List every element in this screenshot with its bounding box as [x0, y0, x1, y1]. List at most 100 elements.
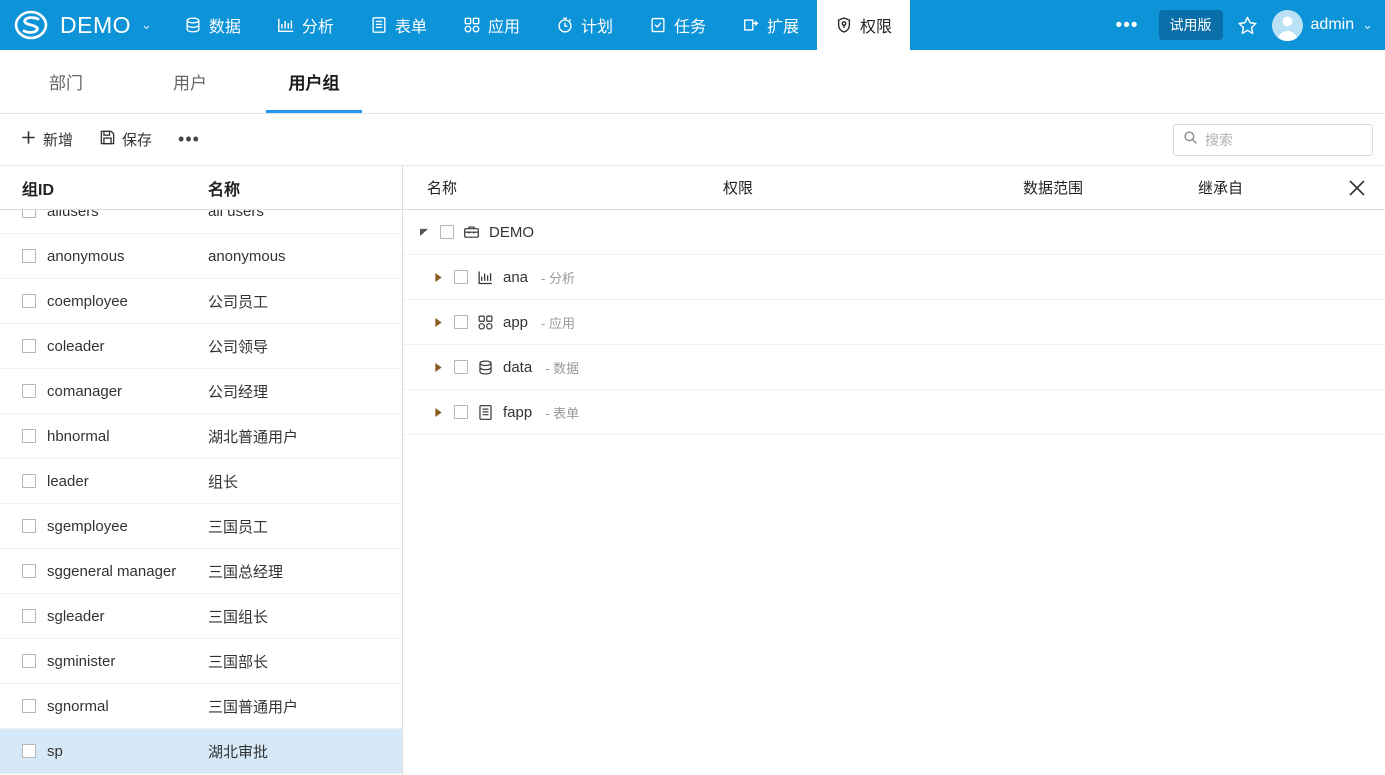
tree-row[interactable]: DEMO — [403, 210, 1385, 255]
brand-logo-area[interactable]: DEMO ⌄ — [0, 0, 166, 50]
cell-group-id: leader — [47, 472, 89, 490]
row-checkbox[interactable] — [22, 609, 36, 623]
tree-row-checkbox[interactable] — [454, 315, 468, 329]
row-checkbox[interactable] — [22, 564, 36, 578]
table-row[interactable]: coleader 公司领导 — [0, 324, 402, 369]
toolbar-more-button[interactable]: ••• — [170, 129, 208, 150]
tree-row[interactable]: data - 数据 — [403, 345, 1385, 390]
close-icon[interactable] — [1346, 177, 1368, 199]
tree-row[interactable]: app - 应用 — [403, 300, 1385, 345]
user-chevron-down-icon[interactable]: ⌄ — [1362, 17, 1373, 33]
tab-user[interactable]: 用户 — [128, 50, 252, 113]
nav-item-task[interactable]: 任务 — [631, 0, 724, 50]
row-checkbox[interactable] — [22, 294, 36, 308]
nav-item-data[interactable]: 数据 — [166, 0, 259, 50]
user-name: admin — [1310, 16, 1355, 33]
action-toolbar: 新增 保存 ••• — [0, 114, 1385, 166]
favorite-star-icon[interactable] — [1237, 15, 1258, 36]
nav-item-analysis[interactable]: 分析 — [259, 0, 352, 50]
main-content: 组ID 名称 allusers all users anonymous anonymo… — [0, 166, 1385, 775]
tree-row-checkbox[interactable] — [454, 360, 468, 374]
tree-node-label: ana — [503, 268, 529, 286]
cell-group-id: anonymous — [47, 247, 125, 265]
row-checkbox[interactable] — [22, 249, 36, 263]
group-rows-scroller[interactable]: allusers all users anonymous anonymous coemp… — [0, 210, 402, 774]
column-header-data-scope: 数据范围 — [1023, 180, 1084, 197]
search-input[interactable] — [1205, 131, 1363, 148]
tree-row-checkbox[interactable] — [454, 405, 468, 419]
caret-right-icon[interactable] — [431, 407, 445, 417]
search-icon — [1183, 130, 1198, 150]
bar-chart-icon — [277, 16, 295, 34]
cell-group-name: all users — [208, 210, 264, 220]
save-button[interactable]: 保存 — [91, 125, 160, 154]
nav-item-extension[interactable]: 扩展 — [724, 0, 817, 50]
nav-item-apps[interactable]: 应用 — [445, 0, 538, 50]
row-checkbox[interactable] — [22, 429, 36, 443]
column-header-group-id: 组ID — [22, 181, 55, 199]
briefcase-icon — [463, 224, 480, 241]
table-row[interactable]: sgemployee 三国员工 — [0, 504, 402, 549]
section-tabs: 部门 用户 用户组 — [0, 50, 1385, 114]
clock-icon — [556, 16, 574, 34]
table-row[interactable]: sgminister 三国部长 — [0, 639, 402, 684]
row-checkbox[interactable] — [22, 744, 36, 758]
cell-group-name: 三国总经理 — [208, 563, 284, 581]
tree-row[interactable]: ana - 分析 — [403, 255, 1385, 300]
permission-tree: DEMO ana - 分析 app - 应用 data - 数据 fapp - 表单 — [403, 210, 1385, 775]
add-button[interactable]: 新增 — [12, 125, 81, 154]
nav-item-permission[interactable]: 权限 — [817, 0, 911, 50]
tree-row-checkbox[interactable] — [440, 225, 454, 239]
table-row[interactable]: comanager 公司经理 — [0, 369, 402, 414]
table-row[interactable]: sgleader 三国组长 — [0, 594, 402, 639]
column-header-name: 名称 — [208, 181, 241, 199]
caret-down-icon[interactable] — [417, 228, 431, 237]
tab-department[interactable]: 部门 — [4, 50, 128, 113]
cell-group-id: sgleader — [47, 607, 105, 625]
table-row[interactable]: sp 湖北审批 — [0, 729, 402, 774]
table-row[interactable]: leader 组长 — [0, 459, 402, 504]
user-menu[interactable]: admin ⌄ — [1271, 9, 1373, 41]
tree-row-checkbox[interactable] — [454, 270, 468, 284]
header-more-button[interactable]: ••• — [1110, 16, 1145, 35]
row-checkbox[interactable] — [22, 384, 36, 398]
table-row[interactable]: anonymous anonymous — [0, 234, 402, 279]
user-group-list-pane: 组ID 名称 allusers all users anonymous anonymo… — [0, 166, 403, 775]
main-navigation: 数据 分析 表单 应用 计划 任务 扩展 权限 — [166, 0, 911, 50]
table-row[interactable]: coemployee 公司员工 — [0, 279, 402, 324]
search-box[interactable] — [1173, 123, 1373, 156]
table-row[interactable]: allusers all users — [0, 210, 402, 234]
cell-group-id: comanager — [47, 382, 123, 400]
cell-group-name: 组长 — [208, 473, 239, 491]
trial-version-badge[interactable]: 试用版 — [1158, 10, 1223, 40]
top-header-bar: DEMO ⌄ 数据 分析 表单 应用 计划 任务 扩展 权限 ••• 试用版 a… — [0, 0, 1385, 50]
tree-node-sublabel: - 数据 — [545, 360, 580, 376]
nav-item-plan[interactable]: 计划 — [538, 0, 631, 50]
tree-row[interactable]: fapp - 表单 — [403, 390, 1385, 435]
row-checkbox[interactable] — [22, 519, 36, 533]
tab-user-group[interactable]: 用户组 — [252, 50, 376, 113]
brand-chevron-down-icon[interactable]: ⌄ — [141, 17, 152, 33]
row-checkbox[interactable] — [22, 699, 36, 713]
caret-right-icon[interactable] — [431, 317, 445, 327]
nav-label: 数据 — [208, 19, 241, 36]
tree-node-sublabel: - 分析 — [541, 270, 575, 286]
row-checkbox[interactable] — [22, 339, 36, 353]
nav-item-form[interactable]: 表单 — [352, 0, 445, 50]
cell-group-id: coleader — [47, 337, 105, 355]
column-header-name: 名称 — [427, 180, 458, 197]
row-checkbox[interactable] — [22, 474, 36, 488]
database-icon — [477, 359, 494, 376]
caret-right-icon[interactable] — [431, 362, 445, 372]
row-checkbox[interactable] — [22, 654, 36, 668]
brand-name: DEMO — [60, 11, 131, 38]
table-row[interactable]: hbnormal 湖北普通用户 — [0, 414, 402, 459]
caret-right-icon[interactable] — [431, 272, 445, 282]
cell-group-name: 公司员工 — [208, 293, 269, 311]
row-checkbox[interactable] — [22, 210, 36, 218]
table-row[interactable]: sggeneral manager 三国总经理 — [0, 549, 402, 594]
cell-group-id: sgminister — [47, 652, 116, 670]
permission-detail-pane: 名称 权限 数据范围 继承自 DEMO ana - 分析 app - 应用 data - 数… — [403, 166, 1385, 775]
table-row[interactable]: sgnormal 三国普通用户 — [0, 684, 402, 729]
nav-label: 权限 — [860, 19, 893, 36]
